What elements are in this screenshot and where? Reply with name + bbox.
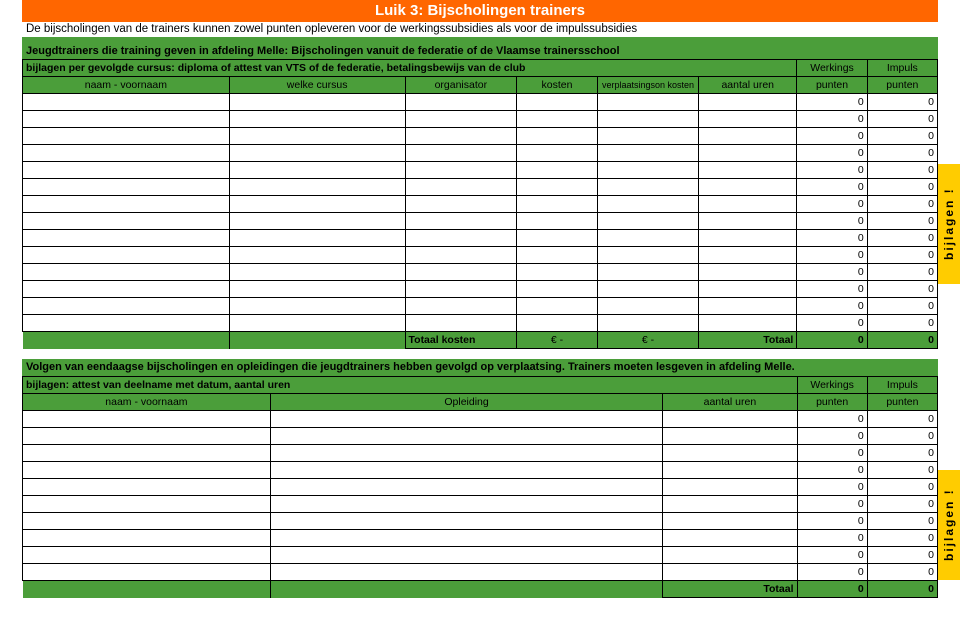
section1-impuls-head: Impuls [867, 60, 937, 77]
section2-impuls-head: Impuls [867, 377, 937, 394]
col-kosten: kosten [517, 77, 598, 94]
table-row: 00 [23, 513, 938, 530]
section1-bijlagen-note: bijlagen per gevolgde cursus: diploma of… [23, 60, 797, 77]
section2-total-p2: 0 [867, 581, 937, 598]
page-title: Luik 3: Bijscholingen trainers [375, 2, 585, 19]
total-kosten-label: Totaal kosten [405, 332, 517, 349]
section1-heading: Jeugdtrainers die training geven in afde… [22, 43, 938, 59]
table-row: 00 [23, 428, 938, 445]
table-row: 00 [23, 564, 938, 581]
col2-opleiding: Opleiding [270, 394, 662, 411]
section2-werkings-head: Werkings [797, 377, 867, 394]
section1-werkings-head: Werkings [797, 60, 867, 77]
total-p1: 0 [797, 332, 867, 349]
table-row: 00 [23, 496, 938, 513]
table-row: 00 [23, 315, 938, 332]
col-punten2: punten [867, 77, 937, 94]
table-row: 00 [23, 298, 938, 315]
section1-total-row: Totaal kosten € - € - Totaal 0 0 [23, 332, 938, 349]
section2-table: bijlagen: attest van deelname met datum,… [22, 376, 938, 598]
bijlagen-strip-1: bijlagen ! [938, 164, 960, 284]
table-row: 00 [23, 264, 938, 281]
table-row: 00 [23, 411, 938, 428]
table-row: 00 [23, 530, 938, 547]
table-row: 00 [23, 547, 938, 564]
col2-uren: aantal uren [663, 394, 797, 411]
table-row: 00 [23, 247, 938, 264]
col-naam: naam - voornaam [23, 77, 230, 94]
col-uren: aantal uren [699, 77, 797, 94]
col-punten1: punten [797, 77, 867, 94]
table-row: 00 [23, 162, 938, 179]
bijlagen-strip-2: bijlagen ! [938, 470, 960, 580]
table-row: 00 [23, 479, 938, 496]
col2-punten2: punten [867, 394, 937, 411]
table-row: 00 [23, 445, 938, 462]
table-row: 00 [23, 196, 938, 213]
total-p2: 0 [867, 332, 937, 349]
col-verpl: verplaatsingson kosten [597, 77, 698, 94]
total-k1: € - [517, 332, 598, 349]
col-cursus: welke cursus [229, 77, 405, 94]
section2-total-p1: 0 [797, 581, 867, 598]
table-row: 00 [23, 462, 938, 479]
section2-total-row: Totaal 0 0 [23, 581, 938, 598]
table-row: 00 [23, 230, 938, 247]
table-row: 00 [23, 179, 938, 196]
table-row: 00 [23, 111, 938, 128]
col2-naam: naam - voornaam [23, 394, 271, 411]
table-row: 00 [23, 281, 938, 298]
col-organisator: organisator [405, 77, 517, 94]
col2-punten1: punten [797, 394, 867, 411]
total-k2: € - [597, 332, 698, 349]
section2-heading: Volgen van eendaagse bijscholingen en op… [22, 359, 938, 376]
page-subtitle: De bijscholingen van de trainers kunnen … [22, 22, 938, 37]
section2-total-label: Totaal [663, 581, 797, 598]
table-row: 00 [23, 94, 938, 111]
section2-bijlagen-note: bijlagen: attest van deelname met datum,… [23, 377, 798, 394]
table-row: 00 [23, 213, 938, 230]
total-label: Totaal [699, 332, 797, 349]
section1-table: bijlagen per gevolgde cursus: diploma of… [22, 59, 938, 349]
table-row: 00 [23, 145, 938, 162]
table-row: 00 [23, 128, 938, 145]
page-title-bar: Luik 3: Bijscholingen trainers [22, 0, 938, 22]
